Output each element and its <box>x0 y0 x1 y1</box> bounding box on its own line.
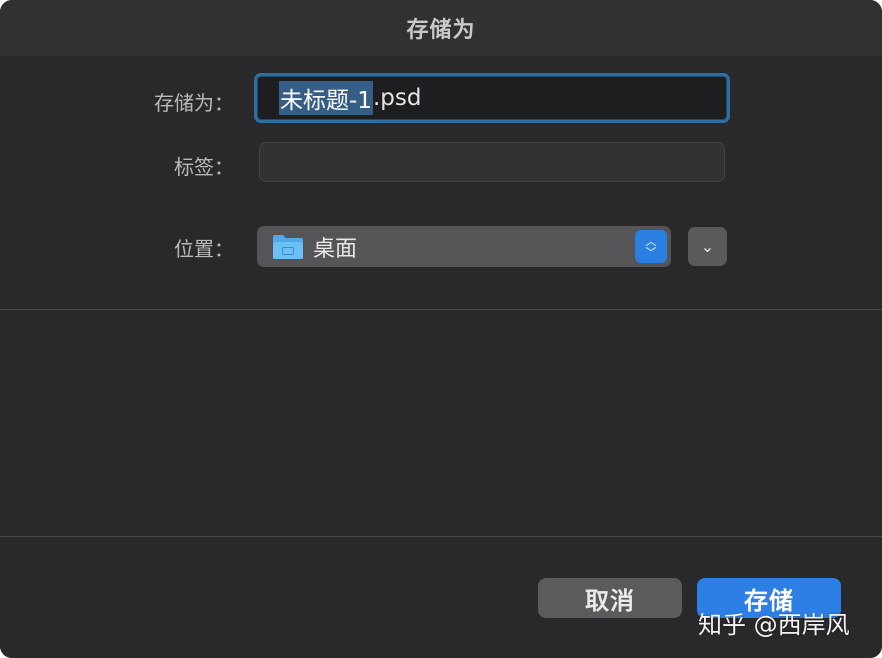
tags-input[interactable] <box>259 142 725 182</box>
tags-label: 标签： <box>174 155 234 179</box>
dialog-title: 存储为 <box>406 18 476 43</box>
watermark-text: 知乎 @西岸风 <box>698 611 850 639</box>
filename-input[interactable]: 未标题-1 .psd <box>254 73 730 123</box>
cancel-button[interactable]: 取消 <box>538 578 682 618</box>
save-as-label: 存储为： <box>154 91 234 115</box>
location-label: 位置： <box>174 237 234 261</box>
save-dialog: 存储为 存储为： 未标题-1 .psd 标签： 位置： 桌面 ︿ ﹀ ⌄ 取消 存储… <box>0 0 882 658</box>
location-value: 桌面 <box>313 236 358 262</box>
divider-bottom <box>0 536 882 537</box>
filename-selected-text: 未标题-1 <box>279 81 373 115</box>
divider-top <box>0 309 882 310</box>
folder-icon <box>273 234 303 259</box>
expand-chevron-down-button[interactable]: ⌄ <box>688 227 727 266</box>
dialog-titlebar: 存储为 <box>0 0 882 56</box>
location-select[interactable]: 桌面 ︿ ﹀ <box>257 226 671 267</box>
updown-chevron-icon[interactable]: ︿ ﹀ <box>635 230 667 263</box>
filename-extension-text: .psd <box>372 85 422 111</box>
chevron-down-icon: ⌄ <box>700 237 715 256</box>
